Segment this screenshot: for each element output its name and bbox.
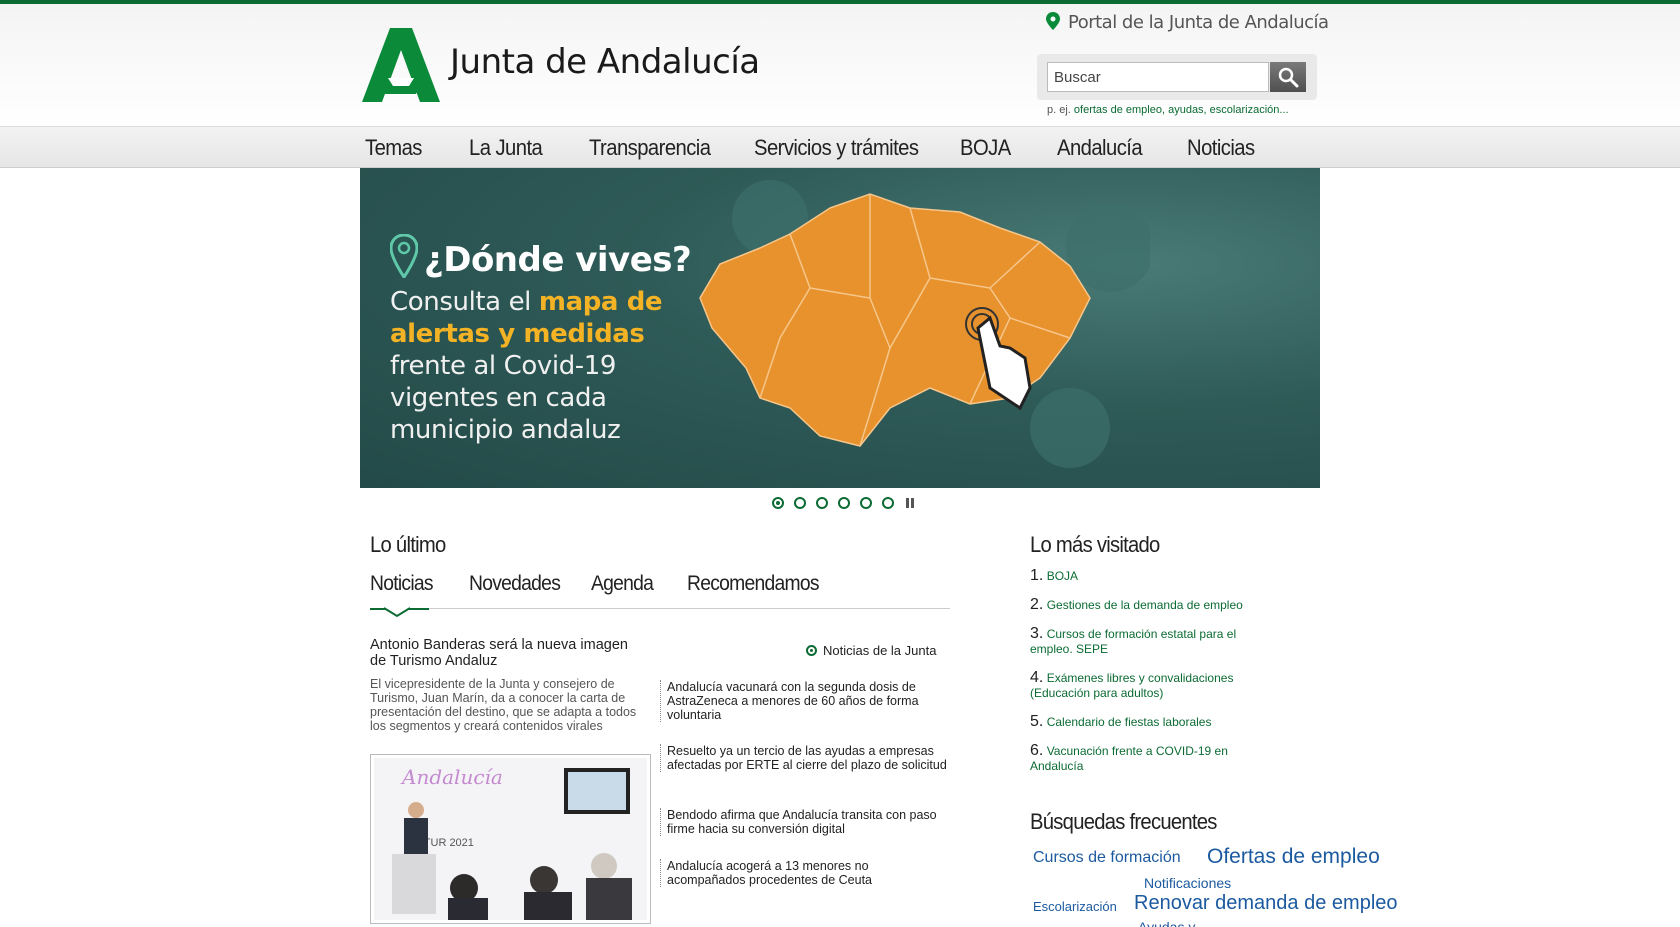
rank-number: 5. xyxy=(1030,713,1044,730)
nav-item-andalucia[interactable]: Andalucía xyxy=(1057,135,1143,161)
search-hint-links[interactable]: ofertas de empleo, ayudas, escolarizació… xyxy=(1074,104,1289,116)
rank-number: 1. xyxy=(1030,567,1044,584)
busquedas-title: Búsquedas frecuentes xyxy=(1030,809,1217,834)
most-visited-item[interactable]: 4. Exámenes libres y convalidaciones (Ed… xyxy=(1030,670,1280,701)
tab-recomendamos[interactable]: Recomendamos xyxy=(687,572,820,596)
most-visited-item[interactable]: 6. Vacunación frente a COVID-19 en Andal… xyxy=(1030,743,1280,774)
news-item-3[interactable]: Bendodo afirma que Andalucía transita co… xyxy=(660,808,950,836)
slide-dot-5[interactable] xyxy=(860,497,872,509)
andalucia-map-illustration xyxy=(699,180,1150,468)
nav-item-servicios[interactable]: Servicios y trámites xyxy=(754,135,919,161)
portal-link-label: Portal de la Junta de Andalucía xyxy=(1068,12,1329,33)
circle-bullet-icon xyxy=(806,645,817,656)
rank-number: 4. xyxy=(1030,669,1044,686)
slide-dot-2[interactable] xyxy=(794,497,806,509)
nav-item-la-junta[interactable]: La Junta xyxy=(469,135,543,161)
most-visited-item[interactable]: 2. Gestiones de la demanda de empleo xyxy=(1030,597,1280,613)
banner-text-before: Consulta el xyxy=(390,287,531,317)
search-hint-prefix: p. ej. xyxy=(1047,104,1071,116)
search-tag[interactable]: Cursos de formación xyxy=(1033,849,1181,867)
nav-item-boja[interactable]: BOJA xyxy=(960,135,1011,161)
banner-title: ¿Dónde vives? xyxy=(424,240,692,280)
search-icon xyxy=(1278,67,1299,88)
banner-text: Consulta el mapa de alertas y medidas fr… xyxy=(390,286,710,446)
pause-icon[interactable] xyxy=(906,498,914,508)
mas-visitado-title: Lo más visitado xyxy=(1030,532,1160,557)
tab-noticias[interactable]: Noticias xyxy=(370,572,434,596)
most-visited-item[interactable]: 5. Calendario de fiestas laborales xyxy=(1030,714,1280,730)
search-hint: p. ej. ofertas de empleo, ayudas, escola… xyxy=(1047,104,1289,116)
header xyxy=(0,4,1680,126)
most-visited-item[interactable]: 3. Cursos de formación estatal para el e… xyxy=(1030,626,1280,657)
most-visited-label: BOJA xyxy=(1046,569,1079,583)
location-pin-icon xyxy=(1046,12,1060,30)
nav-item-transparencia[interactable]: Transparencia xyxy=(589,135,711,161)
main-nav: Temas La Junta Transparencia Servicios y… xyxy=(0,126,1680,168)
press-conference-photo: Andalucía FITUR 2021 xyxy=(374,758,647,920)
junta-logo-icon[interactable] xyxy=(362,28,440,102)
featured-news-description: El vicepresidente de la Junta y consejer… xyxy=(370,677,637,733)
search-tag[interactable]: Ayudas y xyxy=(1138,919,1195,927)
rank-number: 3. xyxy=(1030,625,1044,642)
most-visited-label: Cursos de formación estatal para el empl… xyxy=(1030,627,1237,656)
news-item-4[interactable]: Andalucía acogerá a 13 menores no acompa… xyxy=(660,859,950,887)
chevron-down-icon xyxy=(383,607,411,618)
nav-item-temas[interactable]: Temas xyxy=(365,135,422,161)
most-visited-label: Exámenes libres y convalidaciones (Educa… xyxy=(1030,671,1234,700)
most-visited-label: Calendario de fiestas laborales xyxy=(1046,715,1212,729)
lo-ultimo-title: Lo último xyxy=(370,532,446,557)
news-item-1[interactable]: Andalucía vacunará con la segunda dosis … xyxy=(660,680,950,722)
nav-item-noticias[interactable]: Noticias xyxy=(1187,135,1255,161)
banner-text-after: frente al Covid-19 vigentes en cada muni… xyxy=(390,351,621,445)
search-tag[interactable]: Escolarización xyxy=(1033,899,1117,914)
map-pin-icon xyxy=(390,234,418,278)
news-source-link[interactable]: Noticias de la Junta xyxy=(806,643,936,658)
search-tag[interactable]: Renovar demanda de empleo xyxy=(1134,892,1398,915)
slide-dot-6[interactable] xyxy=(882,497,894,509)
most-visited-item[interactable]: 1. BOJA xyxy=(1030,568,1280,584)
search-box xyxy=(1037,54,1317,100)
tab-agenda[interactable]: Agenda xyxy=(591,572,654,596)
most-visited-label: Gestiones de la demanda de empleo xyxy=(1046,598,1243,612)
slide-dot-1[interactable] xyxy=(772,497,784,509)
rank-number: 2. xyxy=(1030,596,1044,613)
slide-dot-4[interactable] xyxy=(838,497,850,509)
featured-news-title[interactable]: Antonio Banderas será la nueva imagen de… xyxy=(370,637,640,669)
tab-divider xyxy=(370,608,950,609)
news-item-2[interactable]: Resuelto ya un tercio de las ayudas a em… xyxy=(660,744,950,772)
search-tag[interactable]: Ofertas de empleo xyxy=(1207,845,1380,869)
slide-dot-3[interactable] xyxy=(816,497,828,509)
most-visited-label: Vacunación frente a COVID-19 en Andalucí… xyxy=(1030,744,1228,773)
news-source-label: Noticias de la Junta xyxy=(823,643,937,658)
portal-link[interactable]: Portal de la Junta de Andalucía xyxy=(1046,12,1329,33)
featured-news-image[interactable]: Andalucía FITUR 2021 xyxy=(370,754,651,924)
site-title[interactable]: Junta de Andalucía xyxy=(450,42,760,82)
svg-text:Andalucía: Andalucía xyxy=(400,765,503,789)
hero-banner[interactable]: ¿Dónde vives? Consulta el mapa de alerta… xyxy=(360,168,1320,488)
search-button[interactable] xyxy=(1270,62,1306,92)
search-input[interactable] xyxy=(1047,62,1269,92)
search-tag[interactable]: Notificaciones xyxy=(1144,875,1231,891)
tab-novedades[interactable]: Novedades xyxy=(469,572,561,596)
rank-number: 6. xyxy=(1030,742,1044,759)
